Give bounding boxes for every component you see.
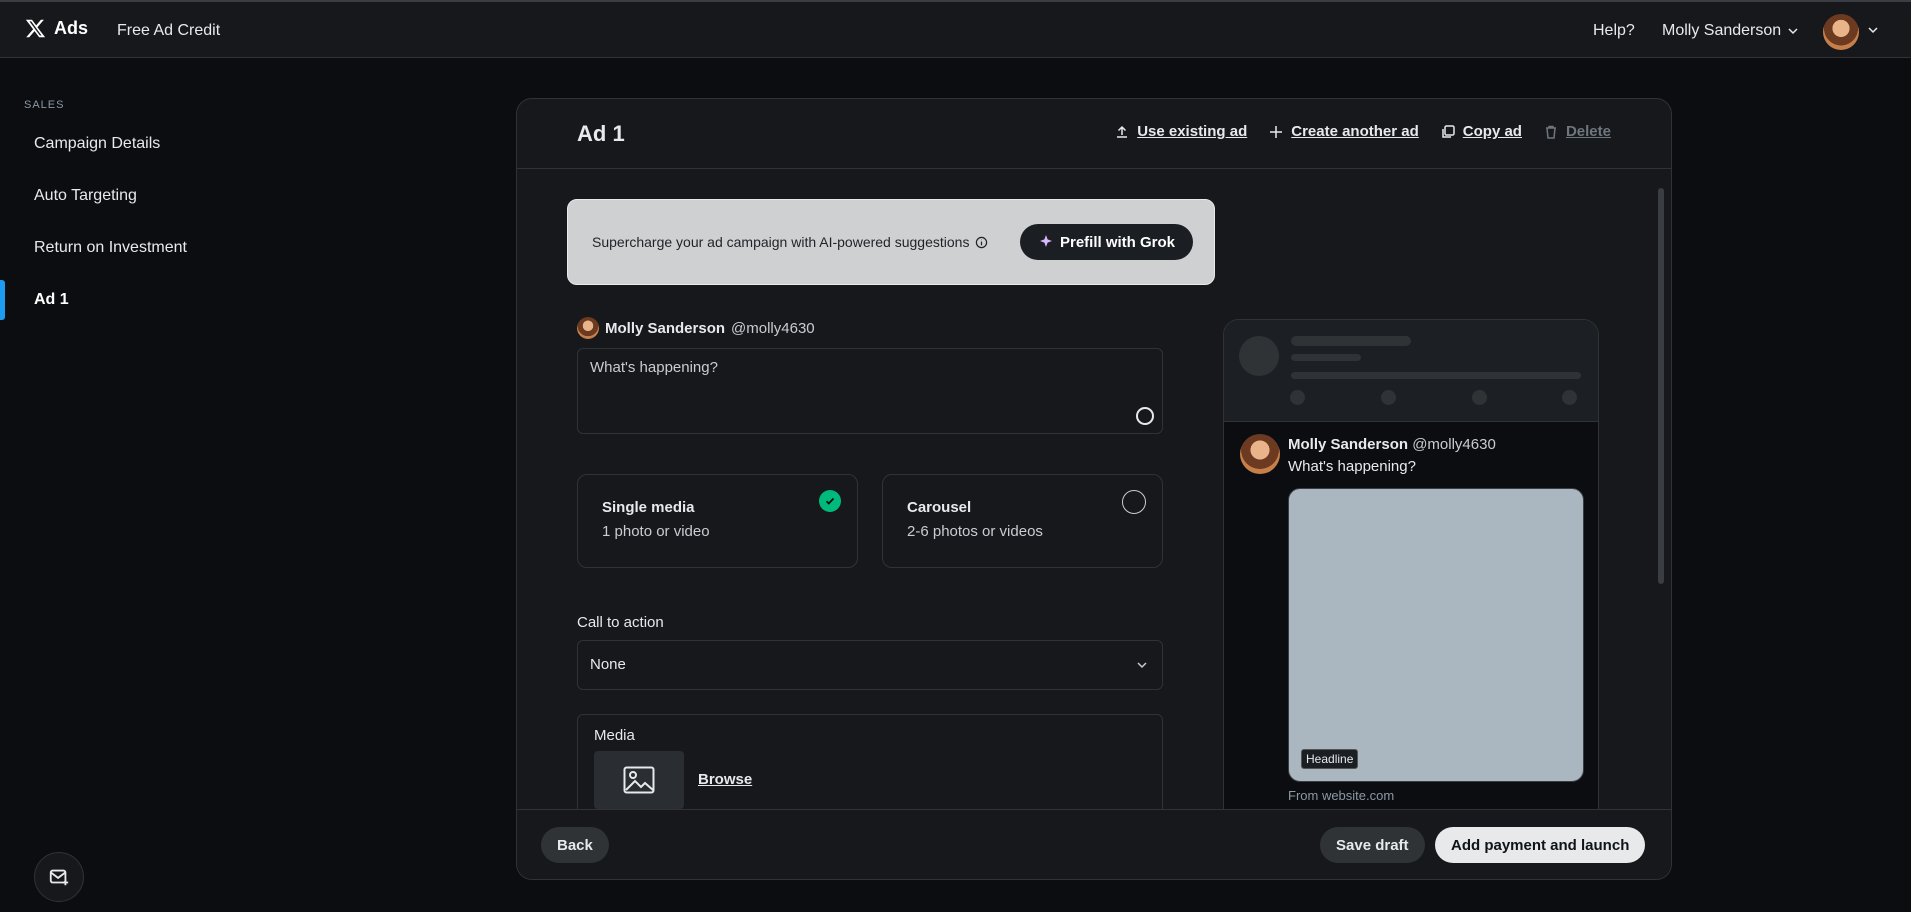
author-avatar	[577, 317, 599, 339]
user-menu[interactable]: Molly Sanderson	[1662, 22, 1799, 40]
sidebar-item-return-on-investment[interactable]: Return on Investment	[34, 239, 187, 257]
card-footer: Back Save draft Add payment and launch	[517, 809, 1671, 879]
x-ads-logo[interactable]: Ads	[25, 18, 88, 39]
skeleton-avatar	[1239, 336, 1279, 376]
preview-headline: Headline	[1301, 749, 1359, 769]
plus-icon	[1270, 125, 1283, 138]
card-header: Ad 1 Use existing ad Create another ad C…	[517, 99, 1671, 169]
skeleton-dot	[1381, 390, 1396, 405]
use-existing-ad-button[interactable]: Use existing ad	[1115, 123, 1247, 140]
add-payment-and-launch-button[interactable]: Add payment and launch	[1435, 827, 1646, 863]
skeleton-dot	[1472, 390, 1487, 405]
prefill-with-grok-button[interactable]: Prefill with Grok	[1020, 224, 1194, 260]
upload-icon	[1117, 125, 1128, 138]
top-bar: Ads Free Ad Credit Help? Molly Sanderson	[0, 0, 1911, 58]
mail-plus-icon	[49, 869, 69, 886]
delete-ad-button[interactable]: Delete	[1544, 123, 1611, 140]
single-media-option[interactable]: Single media 1 photo or video	[577, 474, 858, 568]
preview-media: Headline	[1288, 488, 1584, 782]
call-to-action-value: None	[590, 656, 626, 673]
ad-author: Molly Sanderson @molly4630	[577, 317, 815, 339]
scrollbar-thumb[interactable]	[1658, 188, 1664, 584]
skeleton-bar	[1291, 336, 1411, 346]
call-to-action-select[interactable]: None	[577, 640, 1163, 690]
ad-text-input[interactable]: What's happening?	[577, 348, 1163, 434]
ad-text-placeholder: What's happening?	[590, 359, 718, 376]
radio-empty-icon	[1122, 490, 1146, 514]
trash-icon	[1545, 125, 1556, 139]
preview-skeleton	[1224, 320, 1598, 422]
ad-preview: Molly Sanderson @molly4630 What's happen…	[1223, 319, 1599, 839]
media-label: Media	[594, 727, 635, 744]
logo-text: Ads	[54, 18, 89, 38]
single-media-subtitle: 1 photo or video	[602, 523, 710, 540]
preview-from-url: From website.com	[1288, 788, 1395, 803]
check-circle-icon	[819, 490, 841, 512]
preview-text: What's happening?	[1288, 458, 1416, 475]
user-name: Molly Sanderson	[1662, 22, 1782, 39]
carousel-subtitle: 2-6 photos or videos	[907, 523, 1043, 540]
help-link[interactable]: Help?	[1593, 22, 1635, 40]
active-indicator	[0, 280, 5, 320]
avatar[interactable]	[1823, 14, 1859, 50]
grok-banner-message: Supercharge your ad campaign with AI-pow…	[592, 234, 970, 250]
grok-banner: Supercharge your ad campaign with AI-pow…	[567, 199, 1215, 285]
author-handle: @molly4630	[731, 319, 815, 337]
single-media-title: Single media	[602, 499, 695, 516]
sidebar-item-campaign-details[interactable]: Campaign Details	[34, 135, 160, 153]
chevron-down-icon	[1137, 662, 1147, 669]
free-ad-credit-link[interactable]: Free Ad Credit	[117, 22, 220, 40]
page-title: Ad 1	[577, 121, 625, 146]
copy-ad-label: Copy ad	[1462, 123, 1522, 140]
x-logo-icon	[25, 19, 46, 38]
info-icon[interactable]	[975, 236, 988, 249]
save-draft-button[interactable]: Save draft	[1320, 827, 1425, 863]
feedback-button[interactable]	[34, 852, 84, 902]
header-actions: Use existing ad Create another ad Copy a…	[1115, 123, 1611, 140]
skeleton-bar	[1291, 354, 1361, 361]
skeleton-bar	[1291, 372, 1581, 379]
preview-author-handle: @molly4630	[1412, 436, 1496, 453]
scrollbar[interactable]	[1657, 174, 1665, 804]
avatar-chevron-down-icon[interactable]	[1867, 24, 1879, 36]
media-section: Media Browse	[577, 714, 1163, 814]
use-existing-ad-label: Use existing ad	[1137, 123, 1248, 140]
sidebar-item-ad-1[interactable]: Ad 1	[34, 291, 69, 309]
sidebar-item-auto-targeting[interactable]: Auto Targeting	[34, 187, 137, 205]
grok-banner-text: Supercharge your ad campaign with AI-pow…	[592, 234, 988, 250]
preview-avatar	[1240, 434, 1280, 474]
copy-ad-button[interactable]: Copy ad	[1441, 123, 1522, 140]
carousel-title: Carousel	[907, 499, 972, 516]
preview-author-name: Molly Sanderson	[1288, 436, 1409, 453]
back-button[interactable]: Back	[541, 827, 609, 863]
character-counter-icon	[1136, 407, 1154, 425]
author-name: Molly Sanderson	[605, 319, 726, 337]
create-another-ad-button[interactable]: Create another ad	[1269, 123, 1419, 140]
delete-ad-label: Delete	[1565, 123, 1611, 140]
sidebar: SALES Campaign Details Auto Targeting Re…	[0, 58, 300, 912]
sidebar-section-label: SALES	[24, 99, 65, 111]
skeleton-dot	[1562, 390, 1577, 405]
create-another-ad-label: Create another ad	[1291, 123, 1419, 140]
skeleton-dot	[1290, 390, 1305, 405]
preview-author: Molly Sanderson @molly4630	[1288, 436, 1496, 453]
ad-editor-card: Ad 1 Use existing ad Create another ad C…	[516, 98, 1672, 880]
browse-link[interactable]: Browse	[698, 771, 752, 788]
chevron-down-icon	[1788, 28, 1798, 35]
image-icon	[623, 766, 655, 794]
call-to-action-label: Call to action	[577, 614, 664, 631]
media-upload-thumbnail[interactable]	[594, 751, 684, 809]
carousel-option[interactable]: Carousel 2-6 photos or videos	[882, 474, 1163, 568]
grok-sparkle-icon	[1040, 235, 1052, 247]
copy-icon	[1442, 124, 1455, 138]
prefill-with-grok-label: Prefill with Grok	[1060, 233, 1176, 251]
